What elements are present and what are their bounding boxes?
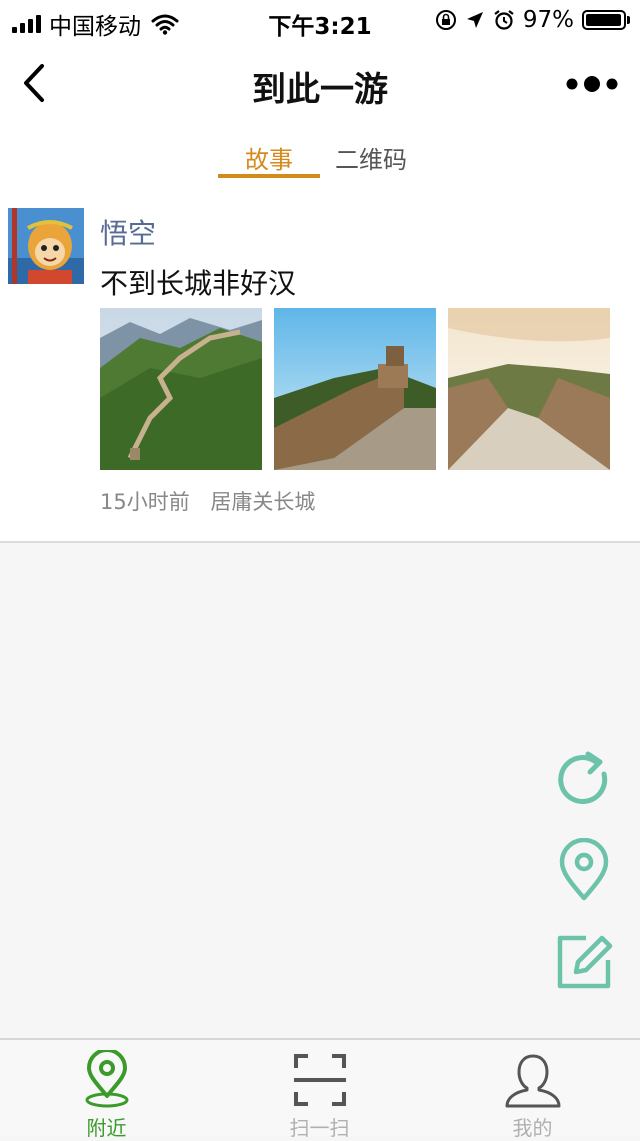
alarm-icon (494, 10, 514, 30)
tab-story[interactable]: 故事 (218, 140, 320, 175)
feed-post: 悟空 不到长城非好汉 15小时前 居庸关长城 (0, 182, 640, 543)
post-meta: 15小时前 居庸关长城 (100, 486, 315, 516)
tabbar-nearby[interactable]: 附近 (0, 1040, 213, 1140)
user-icon (505, 1054, 560, 1108)
tabbar-scan-label: 扫一扫 (289, 1116, 350, 1140)
username[interactable]: 悟空 (100, 212, 156, 252)
tabbar-scan[interactable]: 扫一扫 (213, 1040, 426, 1140)
post-location[interactable]: 居庸关长城 (210, 490, 315, 514)
bottom-tab-bar: 附近 扫一扫 我的 (0, 1038, 640, 1140)
rotation-lock-icon (435, 10, 456, 30)
battery-percent: 97% (522, 7, 574, 33)
location-pin-icon[interactable] (552, 838, 616, 902)
post-photo-1[interactable] (100, 308, 262, 470)
tabbar-mine[interactable]: 我的 (426, 1040, 639, 1140)
post-photo-2[interactable] (274, 308, 436, 470)
page-title: 到此一游 (252, 70, 388, 110)
battery-icon (582, 10, 630, 30)
tabbar-nearby-label: 附近 (86, 1116, 127, 1140)
segment-tabs: 故事 二维码 (0, 128, 640, 182)
post-text: 不到长城非好汉 (100, 267, 297, 300)
scan-icon (293, 1054, 346, 1106)
refresh-icon[interactable] (552, 748, 616, 812)
location-arrow-icon (466, 12, 483, 28)
location-pin-icon (85, 1050, 128, 1108)
tab-qrcode[interactable]: 二维码 (320, 140, 422, 175)
compose-icon[interactable] (552, 928, 616, 992)
status-bar: 中国移动 下午3:21 97% (0, 0, 640, 40)
avatar[interactable] (8, 208, 84, 284)
more-icon[interactable] (564, 72, 620, 96)
status-bar-right: 97% (435, 7, 630, 33)
nav-bar: 到此一游 (0, 40, 640, 128)
post-time: 15小时前 (100, 490, 190, 514)
post-photo-3[interactable] (448, 308, 610, 470)
tab-active-indicator (218, 174, 320, 178)
tabbar-mine-label: 我的 (512, 1116, 553, 1140)
